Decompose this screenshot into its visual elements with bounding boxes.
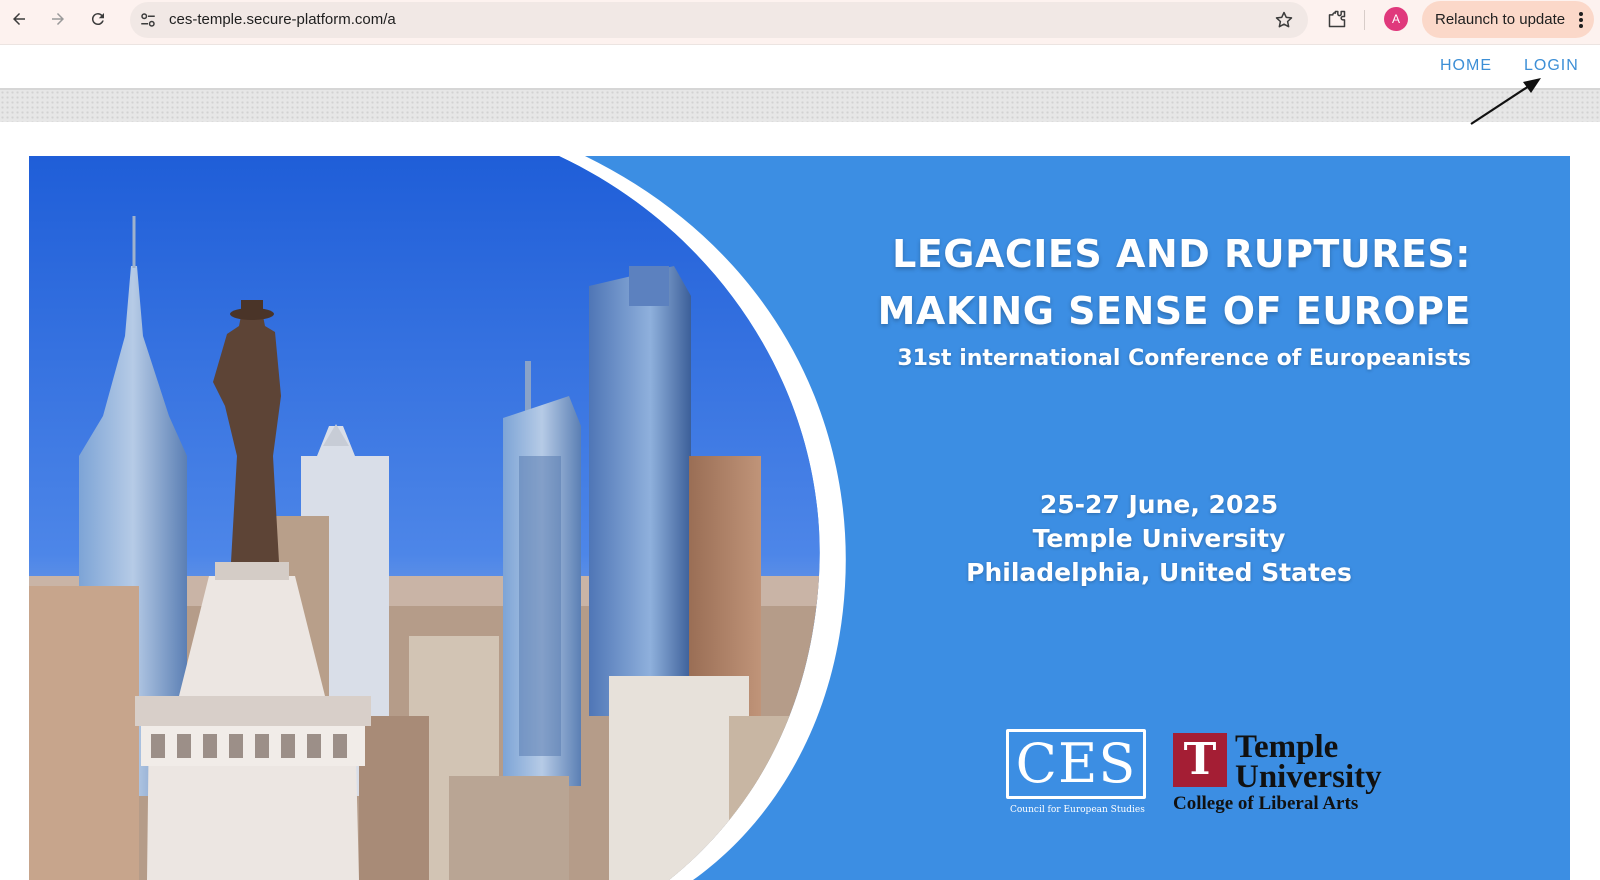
ces-logo-mark: CES xyxy=(1015,732,1137,795)
banner-headline-line1: LEGACIES AND RUPTURES: xyxy=(892,232,1471,276)
temple-university-logo: T Temple University College of Liberal A… xyxy=(1173,729,1413,819)
avatar-initial: A xyxy=(1391,12,1400,26)
relaunch-label: Relaunch to update xyxy=(1435,11,1566,28)
site-settings-icon[interactable] xyxy=(138,10,158,30)
ces-logo-box: CES xyxy=(1006,729,1146,799)
kebab-menu-icon[interactable] xyxy=(1578,10,1584,30)
temple-name-line2: University xyxy=(1235,759,1382,795)
site-header: HOME LOGIN xyxy=(0,45,1600,88)
url-text[interactable]: ces-temple.secure-platform.com/a xyxy=(169,11,396,28)
toolbar-divider xyxy=(1364,10,1365,30)
forward-arrow-icon[interactable] xyxy=(46,7,70,31)
event-city: Philadelphia, United States xyxy=(966,558,1352,587)
conference-banner: LEGACIES AND RUPTURES: MAKING SENSE OF E… xyxy=(29,156,1570,880)
back-arrow-icon[interactable] xyxy=(7,7,31,31)
nav-login-link[interactable]: LOGIN xyxy=(1524,57,1579,75)
banner-subheading: 31st international Conference of Europea… xyxy=(897,346,1471,371)
ces-logo: CES Council for European Studies xyxy=(1006,729,1152,817)
bookmark-star-icon[interactable] xyxy=(1274,10,1294,30)
temple-t-mark: T xyxy=(1173,733,1227,787)
header-pattern-strip xyxy=(0,88,1600,122)
reload-icon[interactable] xyxy=(86,7,110,31)
event-date: 25-27 June, 2025 xyxy=(1039,490,1279,519)
temple-t-letter: T xyxy=(1183,734,1217,785)
banner-headline-line2: MAKING SENSE OF EUROPE xyxy=(877,289,1471,333)
nav-home-link[interactable]: HOME xyxy=(1440,57,1492,75)
profile-avatar[interactable]: A xyxy=(1384,7,1408,31)
temple-college-name: College of Liberal Arts xyxy=(1173,793,1359,814)
event-venue: Temple University xyxy=(1032,524,1286,553)
ces-full-name: Council for European Studies xyxy=(1010,805,1145,815)
extensions-puzzle-icon[interactable] xyxy=(1326,8,1348,30)
browser-toolbar: ces-temple.secure-platform.com/a A Relau… xyxy=(0,0,1600,45)
address-bar[interactable]: ces-temple.secure-platform.com/a xyxy=(130,2,1308,38)
relaunch-to-update-button[interactable]: Relaunch to update xyxy=(1422,1,1594,38)
annotation-arrow-icon xyxy=(1470,78,1541,125)
